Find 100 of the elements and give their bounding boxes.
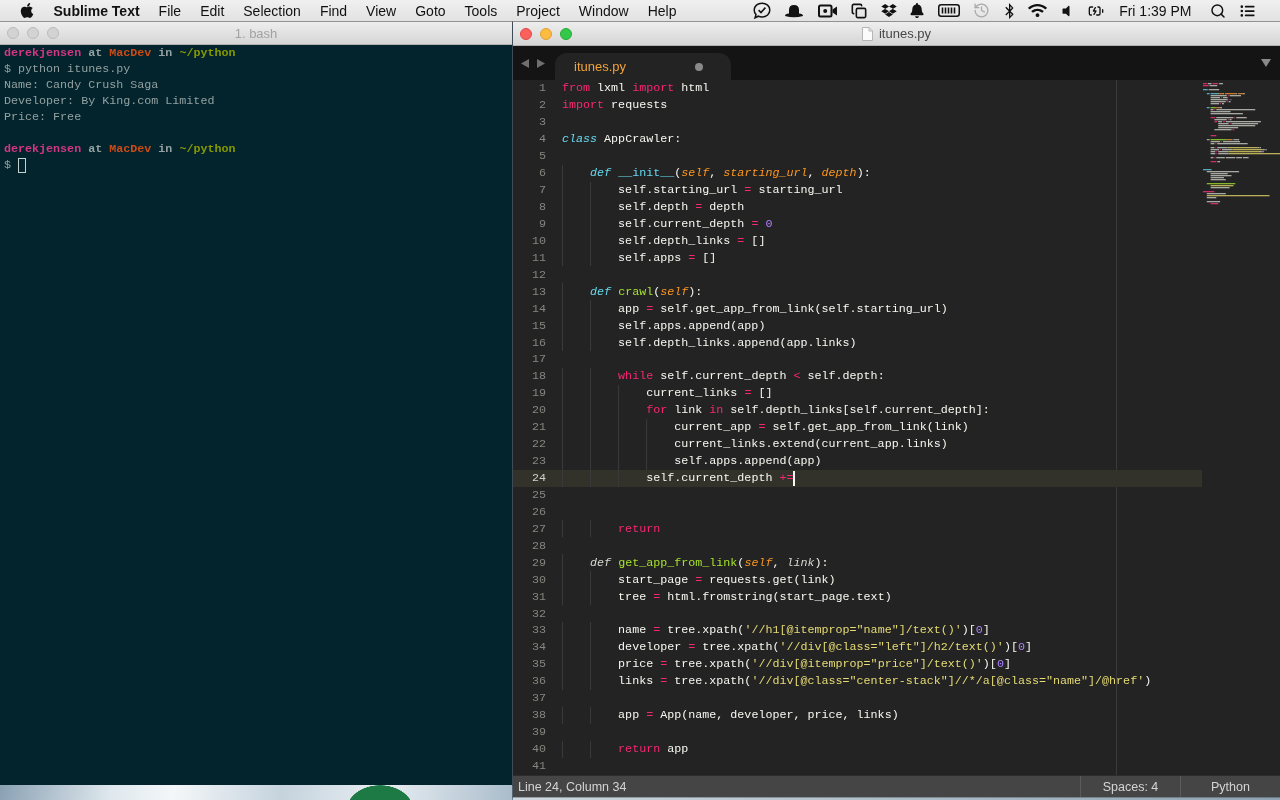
line-number: 31 bbox=[530, 589, 546, 604]
open-box-icon[interactable] bbox=[880, 3, 897, 18]
line-number: 10 bbox=[530, 233, 546, 248]
bowler-hat-icon[interactable] bbox=[784, 3, 805, 18]
line-number: 29 bbox=[530, 555, 546, 570]
terminal-output: Price: Free bbox=[4, 109, 82, 125]
code-line: self.current_depth += bbox=[646, 471, 794, 486]
code-line: def __init__(self, starting_url, depth): bbox=[590, 166, 871, 181]
menu-item[interactable]: Edit bbox=[190, 0, 234, 21]
search-icon[interactable] bbox=[1209, 2, 1226, 19]
line-number: 13 bbox=[530, 284, 546, 299]
list-icon[interactable] bbox=[1239, 3, 1256, 18]
line-number: 37 bbox=[530, 691, 546, 706]
unsaved-dot-icon[interactable] bbox=[695, 62, 703, 71]
menu-item[interactable]: Selection bbox=[233, 0, 311, 21]
code-line: links = tree.xpath('//div[@class="center-stack"]//*/a[@class="name"]/@href') bbox=[618, 674, 1152, 689]
code-line: self.depth_links = [] bbox=[618, 233, 766, 248]
document-icon bbox=[861, 26, 873, 41]
code-line: current_app = self.get_app_from_link(link) bbox=[674, 420, 969, 435]
right-triangle-icon[interactable] bbox=[537, 58, 545, 68]
wifi-icon[interactable] bbox=[1028, 3, 1048, 18]
line-number: 18 bbox=[530, 369, 546, 384]
window-title: itunes.py bbox=[878, 26, 931, 41]
code-line: self.apps = [] bbox=[618, 250, 717, 265]
code-line: developer = tree.xpath('//div[@class="left"]/h2/text()')[0] bbox=[618, 640, 1032, 655]
file-tab[interactable]: itunes.py bbox=[555, 53, 731, 80]
apple-icon[interactable] bbox=[20, 2, 34, 19]
line-number: 8 bbox=[538, 200, 546, 215]
window-title: 1. bash bbox=[234, 25, 278, 41]
overlapping-squares-icon[interactable] bbox=[851, 2, 868, 19]
bar-gauge-icon[interactable] bbox=[937, 4, 960, 17]
line-number: 6 bbox=[538, 166, 546, 181]
line-number: 32 bbox=[530, 606, 546, 621]
code-line: app = App(name, developer, price, links) bbox=[618, 708, 899, 723]
code-line: for link in self.depth_links[self.current_depth]: bbox=[646, 403, 990, 418]
line-number: 21 bbox=[530, 420, 546, 435]
menu-item[interactable]: View bbox=[356, 0, 406, 21]
line-number: 15 bbox=[530, 318, 546, 333]
line-number: 34 bbox=[530, 640, 546, 655]
menu-bar-clock[interactable]: Fri 1:39 PM bbox=[1119, 2, 1192, 19]
line-number: 17 bbox=[530, 352, 546, 367]
code-line: return app bbox=[618, 742, 689, 757]
menu-item[interactable]: File bbox=[149, 0, 191, 21]
terminal-cursor bbox=[18, 157, 26, 173]
line-number: 3 bbox=[538, 115, 546, 130]
line-number: 20 bbox=[530, 403, 546, 418]
line-number: 30 bbox=[530, 572, 546, 587]
line-number: 9 bbox=[538, 216, 546, 231]
line-number: 2 bbox=[538, 98, 546, 113]
menu-item[interactable]: Project bbox=[506, 0, 570, 21]
prompt-line: derekjensen at MacDev in ~/python bbox=[4, 141, 236, 157]
line-number: 11 bbox=[530, 250, 546, 265]
bluetooth-icon[interactable] bbox=[1003, 2, 1015, 19]
indentation-selector[interactable]: Spaces: 4 bbox=[1080, 776, 1180, 797]
code-line: self.apps.append(app) bbox=[618, 318, 766, 333]
line-number: 5 bbox=[538, 149, 546, 164]
menu-item[interactable]: Goto bbox=[405, 0, 456, 21]
code-line: class AppCrawler: bbox=[562, 132, 682, 147]
speaker-icon[interactable] bbox=[1060, 3, 1071, 18]
code-line: return bbox=[618, 521, 661, 536]
line-number: 7 bbox=[538, 183, 546, 198]
terminal-output: Developer: By King.com Limited bbox=[4, 93, 215, 109]
line-number: 36 bbox=[530, 674, 546, 689]
code-line: self.depth_links.append(app.links) bbox=[618, 335, 857, 350]
code-line: def get_app_from_link(self, link): bbox=[590, 555, 829, 570]
terminal-command: $ python itunes.py bbox=[4, 61, 131, 77]
cursor-position: Line 24, Column 34 bbox=[517, 779, 627, 794]
left-triangle-icon[interactable] bbox=[521, 58, 529, 68]
line-number: 26 bbox=[530, 504, 546, 519]
code-line: self.current_depth = 0 bbox=[618, 216, 773, 231]
terminal-output: Name: Candy Crush Saga bbox=[4, 77, 159, 93]
code-line: while self.current_depth < self.depth: bbox=[618, 369, 885, 384]
text-cursor bbox=[793, 470, 796, 486]
code-line: from lxml import html bbox=[562, 81, 710, 96]
app-menu[interactable]: Sublime Text bbox=[44, 0, 150, 21]
syntax-selector[interactable]: Python bbox=[1180, 776, 1280, 797]
dropdown-triangle-icon[interactable] bbox=[1261, 59, 1271, 67]
line-number: 35 bbox=[530, 657, 546, 672]
check-bubble-icon[interactable] bbox=[752, 2, 771, 19]
menu-item[interactable]: Window bbox=[569, 0, 639, 21]
code-line: import requests bbox=[562, 98, 668, 113]
line-number: 14 bbox=[530, 301, 546, 316]
video-camera-icon[interactable] bbox=[817, 3, 838, 18]
menu-item[interactable]: Help bbox=[638, 0, 686, 21]
line-number: 22 bbox=[530, 437, 546, 452]
line-number: 33 bbox=[530, 623, 546, 638]
code-line: current_links.extend(current_app.links) bbox=[674, 437, 948, 452]
code-line: name = tree.xpath('//h1[@itemprop="name"]/text()')[0] bbox=[618, 623, 990, 638]
line-number: 16 bbox=[530, 335, 546, 350]
bell-icon[interactable] bbox=[910, 3, 925, 18]
close-button[interactable] bbox=[520, 27, 532, 40]
menu-item[interactable]: Tools bbox=[455, 0, 507, 21]
prompt-symbol: $ bbox=[4, 157, 11, 173]
line-number: 1 bbox=[538, 81, 546, 96]
line-number: 4 bbox=[538, 132, 546, 147]
code-line: app = self.get_app_from_link(self.starting_url) bbox=[618, 301, 948, 316]
line-number: 41 bbox=[530, 758, 546, 773]
code-line: current_links = [] bbox=[646, 386, 773, 401]
line-number: 28 bbox=[530, 538, 546, 553]
menu-item[interactable]: Find bbox=[310, 0, 357, 21]
